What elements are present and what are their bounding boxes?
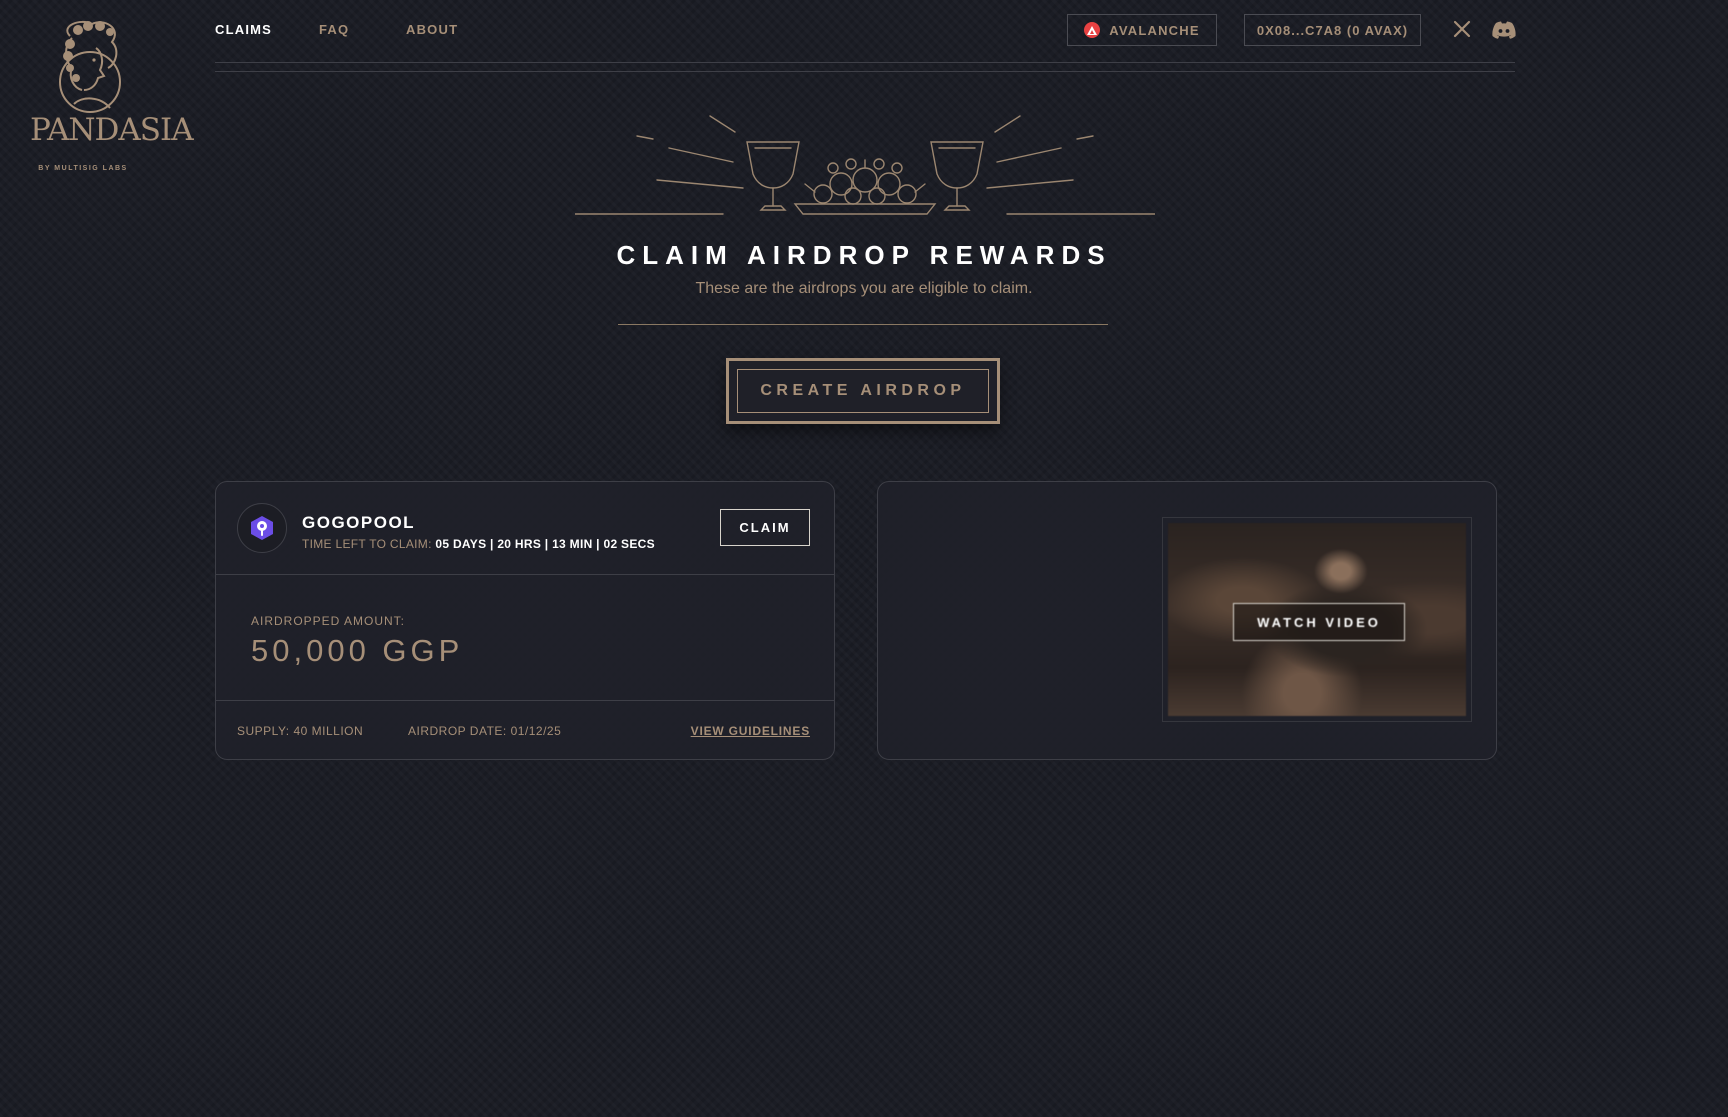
airdropped-amount-label: AIRDROPPED AMOUNT: (251, 614, 406, 628)
create-airdrop-button[interactable]: CREATE AIRDROP (726, 358, 1000, 424)
watch-video-button[interactable]: WATCH VIDEO (1233, 603, 1405, 641)
wallet-button[interactable]: 0X08...C7A8 (0 AVAX) (1244, 14, 1421, 46)
airdropped-amount-value: 50,000 GGP (251, 633, 464, 668)
header-divider (215, 71, 1515, 72)
airdrop-date: AIRDROP DATE: 01/12/25 (408, 724, 562, 738)
view-guidelines-link[interactable]: VIEW GUIDELINES (691, 724, 810, 738)
avalanche-icon (1084, 22, 1101, 38)
nav-item-about[interactable]: ABOUT (406, 22, 458, 37)
claim-card-footer: SUPPLY: 40 MILLION AIRDROP DATE: 01/12/2… (216, 700, 834, 761)
nav-item-claims[interactable]: CLAIMS (215, 22, 319, 37)
nav-item-faq[interactable]: FAQ (319, 22, 406, 37)
network-selector-button[interactable]: AVALANCHE (1067, 14, 1217, 46)
header-divider (215, 62, 1515, 63)
token-name: GOGOPOOL (302, 513, 416, 532)
video-thumbnail[interactable]: WATCH VIDEO (1168, 523, 1466, 716)
time-left-row: TIME LEFT TO CLAIM: 05 DAYS | 20 HRS | 1… (302, 537, 655, 551)
x-icon[interactable] (1452, 19, 1472, 39)
logo-tagline: BY MULTISIG LABS (38, 165, 128, 172)
main-nav: CLAIMS FAQ ABOUT (215, 22, 458, 37)
feast-illustration-icon (574, 110, 1156, 220)
gogopool-logo-icon (237, 503, 287, 553)
airdrop-claim-card: GOGOPOOL TIME LEFT TO CLAIM: 05 DAYS | 2… (215, 481, 835, 760)
page-subtitle: These are the airdrops you are eligible … (695, 280, 1033, 297)
claim-card-header: GOGOPOOL TIME LEFT TO CLAIM: 05 DAYS | 2… (216, 482, 834, 575)
video-card: WATCH VIDEO (877, 481, 1497, 760)
logo-wordmark: PANDASIA (30, 112, 194, 148)
video-thumbnail-frame: WATCH VIDEO (1162, 517, 1472, 722)
time-left-value: 05 DAYS | 20 HRS | 13 MIN | 02 SECS (435, 537, 655, 551)
token-supply: SUPPLY: 40 MILLION (237, 724, 364, 738)
time-left-label: TIME LEFT TO CLAIM: (302, 537, 432, 551)
pandasia-logo[interactable]: PANDASIA BY MULTISIG LABS (30, 16, 194, 176)
goddess-portrait-icon (59, 20, 121, 113)
network-label: AVALANCHE (1109, 22, 1200, 38)
create-airdrop-label: CREATE AIRDROP (729, 361, 997, 421)
title-divider (618, 324, 1108, 325)
discord-icon[interactable] (1492, 21, 1516, 39)
page-title: CLAIM AIRDROP REWARDS (616, 240, 1112, 270)
claim-button[interactable]: CLAIM (720, 509, 810, 546)
